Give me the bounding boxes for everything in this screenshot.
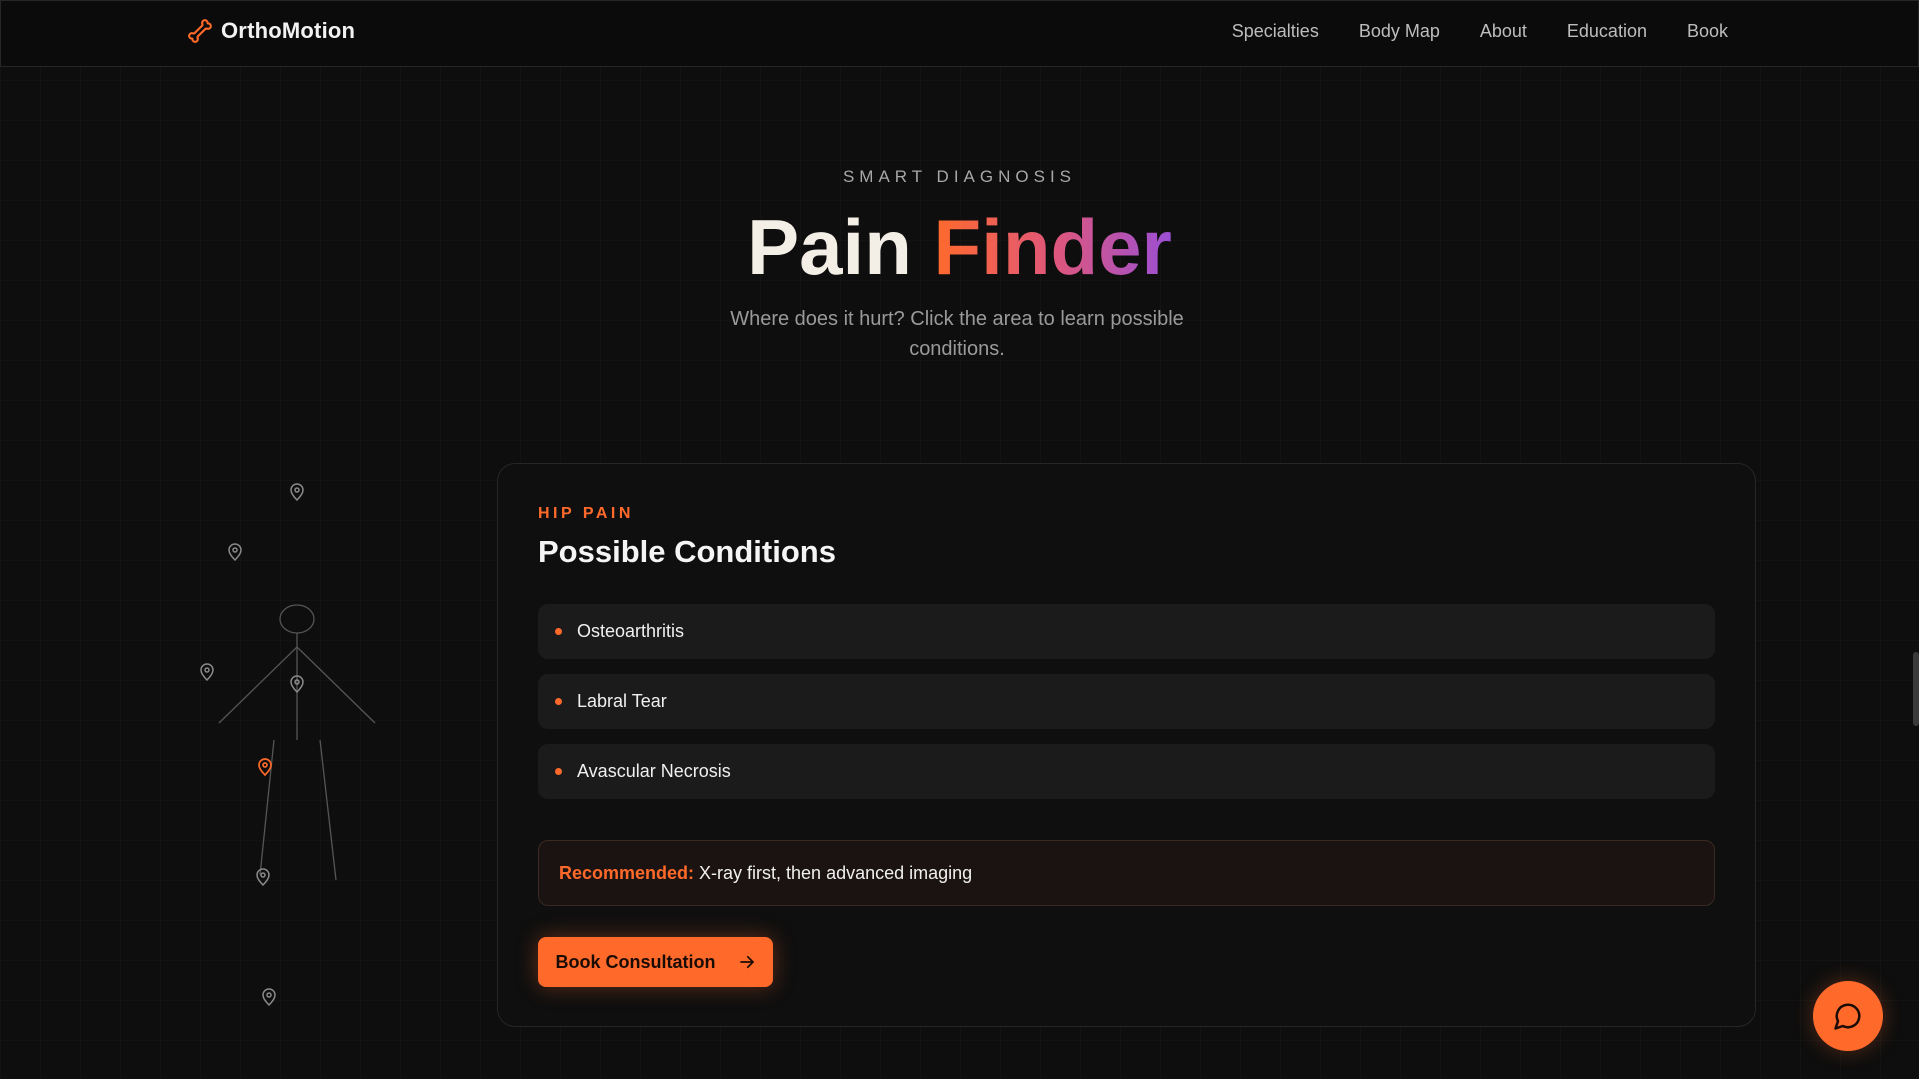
hero-eyebrow: SMART DIAGNOSIS — [842, 167, 1077, 186]
condition-item-labral-tear[interactable]: Labral Tear — [538, 674, 1715, 729]
hip-pin[interactable] — [258, 758, 272, 777]
nav-link-body-map[interactable]: Body Map — [1359, 21, 1440, 42]
chat-button[interactable] — [1813, 981, 1883, 1051]
figure-left-arm — [218, 646, 298, 724]
book-consultation-label: Book Consultation — [555, 951, 716, 972]
hero-subtitle: Where does it hurt? Click the area to le… — [730, 308, 1184, 360]
top-navbar: OrthoMotion Specialties Body Map About E… — [0, 0, 1919, 67]
conditions-panel: HIP PAIN Possible Conditions Osteoarthri… — [497, 463, 1756, 1027]
condition-label: Osteoarthritis — [577, 621, 685, 641]
condition-label: Avascular Necrosis — [577, 761, 731, 781]
figure-right-arm — [296, 646, 376, 724]
bone-icon — [188, 19, 212, 43]
figure-head — [279, 604, 315, 634]
recommendation-box: Recommended: X-ray first, then advanced … — [538, 840, 1715, 906]
condition-item-osteoarthritis[interactable]: Osteoarthritis — [538, 604, 1715, 659]
figure-right-leg — [319, 739, 337, 881]
shoulder-pin[interactable] — [290, 483, 304, 502]
condition-label: Labral Tear — [577, 691, 667, 711]
book-consultation-button[interactable]: Book Consultation — [538, 937, 773, 987]
panel-eyebrow: HIP PAIN — [538, 505, 634, 522]
recommendation-label: Recommended: — [559, 862, 695, 883]
elbow-pin[interactable] — [200, 663, 214, 682]
condition-item-avascular-necrosis[interactable]: Avascular Necrosis — [538, 744, 1715, 799]
nav-link-about[interactable]: About — [1480, 21, 1527, 42]
neck-pin[interactable] — [228, 543, 242, 562]
foot-pin[interactable] — [262, 988, 276, 1007]
conditions-list: Osteoarthritis Labral Tear Avascular Nec… — [538, 604, 1715, 814]
brand-logo[interactable]: OrthoMotion — [187, 18, 355, 44]
brand-name: OrthoMotion — [221, 18, 356, 43]
knee-pin[interactable] — [256, 868, 270, 887]
body-figure — [200, 483, 376, 1007]
scrollbar-thumb[interactable] — [1913, 652, 1919, 726]
nav-link-specialties[interactable]: Specialties — [1232, 21, 1319, 42]
body-map — [180, 470, 400, 1030]
recommendation-text: X-ray first, then advanced imaging — [699, 862, 973, 883]
bullet-dot-icon — [555, 768, 562, 775]
page-title-plain: Pain — [747, 203, 912, 291]
page-title: Pain Finder — [0, 202, 1919, 292]
bullet-dot-icon — [555, 698, 562, 705]
arrow-right-icon — [739, 955, 754, 969]
nav-link-book[interactable]: Book — [1687, 21, 1728, 42]
bullet-dot-icon — [555, 628, 562, 635]
chat-bubble-icon — [1834, 1003, 1861, 1030]
panel-title: Possible Conditions — [538, 534, 836, 569]
main-nav: Specialties Body Map About Education Boo… — [1232, 21, 1728, 42]
page-title-accent: Finder — [933, 203, 1172, 291]
nav-link-education[interactable]: Education — [1567, 21, 1647, 42]
